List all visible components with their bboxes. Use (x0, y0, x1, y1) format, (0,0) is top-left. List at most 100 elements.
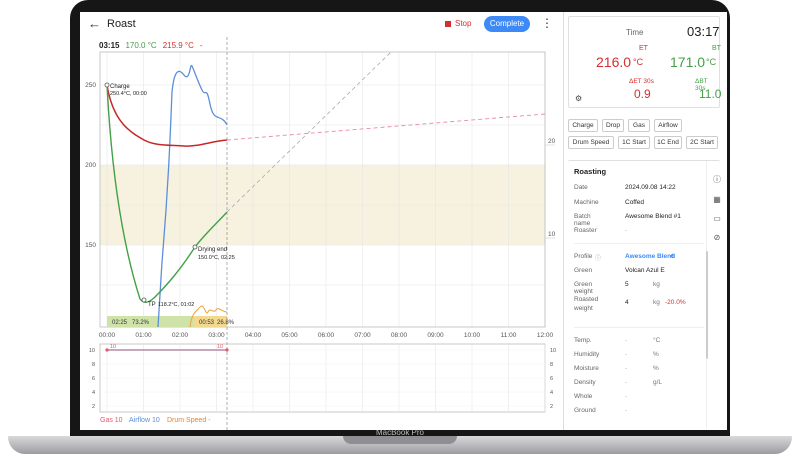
control-y-tick-left: 2 (92, 404, 95, 410)
y-right-tick-20: 20 (548, 138, 556, 145)
charge-marker[interactable] (104, 82, 110, 88)
phase-drying-percent: 73.2% (132, 320, 150, 326)
humidity-unit: % (653, 351, 659, 358)
event-2c-start-button[interactable]: 2C Start (686, 136, 718, 149)
roasted-weight-unit: kg (653, 299, 660, 306)
green-weight-unit: kg (653, 281, 660, 288)
event-charge-button[interactable]: Charge (568, 119, 598, 132)
profile-link-icon[interactable]: ⚙ (670, 253, 675, 260)
green-label: Green (574, 267, 593, 274)
help-icon[interactable]: ⓘ (595, 253, 601, 262)
charge-label: Charge (110, 84, 130, 90)
gas-end-marker[interactable] (225, 348, 229, 352)
control-y-tick-right: 8 (550, 362, 553, 368)
event-1c-end-button[interactable]: 1C End (654, 136, 682, 149)
density-value[interactable]: - (625, 379, 627, 386)
x-tick-label: 02:00 (172, 332, 189, 339)
roasted-weight-label: Roasted weight (574, 296, 599, 312)
x-tick-label: 09:00 (427, 332, 444, 339)
y-tick-200: 200 (85, 162, 96, 169)
metrics-card: Time 03:17 ET BT 216.0 °C 171.0 °C ΔET 3… (568, 16, 722, 108)
scrollbar[interactable] (706, 251, 708, 359)
delta-et-label: ΔET 30s (629, 78, 654, 85)
roasted-weight-value[interactable]: 4 (625, 299, 629, 306)
event-1c-start-button[interactable]: 1C Start (618, 136, 650, 149)
density-unit: g/L (653, 379, 663, 386)
event-drum-speed-button[interactable]: Drum Speed (568, 136, 614, 149)
side-icon-rail: ⓘ ▦ ▭ ⊘ (710, 174, 724, 252)
legend-drum-speed[interactable]: Drum Speed - (167, 417, 211, 424)
x-tick-label: 07:00 (354, 332, 371, 339)
side-panel: Time 03:17 ET BT 216.0 °C 171.0 °C ΔET 3… (563, 12, 727, 430)
ground-value[interactable]: - (625, 407, 627, 414)
control-y-tick-left: 10 (89, 348, 95, 354)
moisture-value[interactable]: - (625, 365, 627, 372)
profile-link[interactable]: Awesome Blend (625, 253, 675, 260)
laptop-frame: MacBook Pro ← Roast Stop Complete ⋮ 03:1… (0, 0, 800, 468)
app-screen: ← Roast Stop Complete ⋮ 03:15 170.0 °C 2… (80, 12, 727, 430)
density-label: Density (574, 379, 596, 386)
event-drop-button[interactable]: Drop (602, 119, 624, 132)
drying-end-detail: 150.0°C, 02:25 (198, 255, 235, 261)
drying-end-label: Drying end (198, 247, 227, 253)
temp-label: Temp. (574, 337, 592, 344)
time-value: 03:17 (687, 24, 720, 39)
control-y-tick-left: 6 (92, 376, 95, 382)
y-tick-150: 150 (85, 242, 96, 249)
info-icon[interactable]: ⓘ (710, 174, 724, 185)
link-icon[interactable]: ⊘ (710, 233, 724, 242)
whole-value[interactable]: - (625, 393, 627, 400)
phase-maillard-time: 00:53 (199, 320, 215, 326)
control-y-tick-left: 4 (92, 390, 95, 396)
drying-end-marker[interactable] (192, 244, 198, 250)
control-y-tick-right: 10 (550, 348, 556, 354)
bt-label: BT (712, 45, 721, 52)
temp-unit: °C (653, 337, 661, 344)
charge-detail: 250.4°C, 00:00 (110, 91, 147, 97)
legend-airflow[interactable]: Airflow 10 (129, 417, 160, 424)
phase-maillard-percent: 26.8% (217, 320, 235, 326)
roasted-weight-loss: -20.0% (665, 299, 686, 306)
delta-et-value: 0.9 (634, 87, 651, 101)
tp-label: TP (148, 302, 156, 308)
folder-icon[interactable]: ▭ (710, 214, 724, 223)
laptop-notch (343, 436, 457, 444)
control-y-tick-left: 8 (92, 362, 95, 368)
x-tick-label: 03:00 (208, 332, 225, 339)
green-weight-value[interactable]: 5 (625, 281, 629, 288)
tp-detail: 118.2°C, 01:02 (158, 302, 194, 308)
bt-value: 171.0 (670, 54, 706, 70)
y-tick-250: 250 (85, 82, 96, 89)
x-tick-label: 04:00 (245, 332, 262, 339)
legend-gas[interactable]: Gas 10 (100, 417, 123, 424)
control-y-tick-right: 4 (550, 390, 553, 396)
settings-gear-icon[interactable]: ⚙ (575, 94, 582, 103)
control-y-tick-right: 6 (550, 376, 553, 382)
tp-marker[interactable] (141, 297, 147, 303)
event-airflow-button[interactable]: Airflow (654, 119, 682, 132)
profile-label: Profile (574, 253, 593, 260)
event-gas-button[interactable]: Gas (628, 119, 650, 132)
green-value[interactable]: Volcan Azul E (625, 267, 665, 274)
x-tick-label: 06:00 (318, 332, 335, 339)
humidity-value[interactable]: - (625, 351, 627, 358)
x-tick-label: 08:00 (391, 332, 408, 339)
batch-value[interactable]: Awesome Blend #1 (625, 213, 681, 220)
roast-chart[interactable]: 250 200 150 20 10 00:00 01:00 02:00 03:00 04… (80, 12, 562, 430)
x-tick-label: 10:00 (464, 332, 481, 339)
humidity-label: Humidity (574, 351, 600, 358)
phase-drying-time: 02:25 (112, 320, 128, 326)
delta-bt-value: 11.0 (699, 87, 722, 101)
temp-value[interactable]: - (625, 337, 627, 344)
roaster-value[interactable]: - (625, 227, 627, 234)
et-unit: °C (633, 57, 644, 67)
chart-panel: ← Roast Stop Complete ⋮ 03:15 170.0 °C 2… (80, 12, 562, 430)
gas-start-marker[interactable] (105, 348, 109, 352)
ground-label: Ground (574, 407, 596, 414)
table-icon[interactable]: ▦ (710, 195, 724, 204)
et-value: 216.0 (596, 54, 632, 70)
machine-label: Machine (574, 199, 599, 206)
x-tick-label: 11:00 (501, 332, 517, 339)
x-tick-label: 00:00 (99, 332, 116, 339)
machine-value[interactable]: Coffed (625, 199, 644, 206)
